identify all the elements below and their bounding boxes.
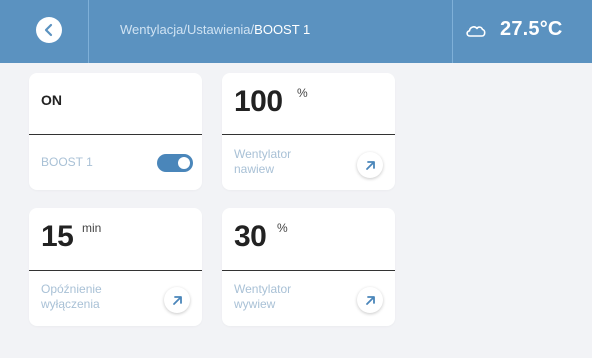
exhaust-fan-value: 30	[234, 220, 267, 253]
card-divider	[29, 270, 202, 271]
card-divider	[29, 134, 202, 135]
header-divider	[452, 0, 453, 63]
exhaust-fan-unit: %	[277, 221, 288, 235]
supply-fan-edit-button[interactable]	[357, 152, 383, 178]
header-divider	[88, 0, 89, 63]
card-divider	[222, 270, 395, 271]
exhaust-fan-label-line1: Wentylator	[234, 282, 292, 296]
breadcrumb-path: Wentylacja/Ustawienia/	[120, 22, 255, 37]
arrow-up-right-icon	[366, 296, 375, 305]
supply-fan-value: 100	[234, 85, 283, 118]
supply-fan-unit: %	[297, 86, 308, 100]
exhaust-fan-label: Wentylator wywiew	[234, 282, 291, 312]
supply-fan-label-line1: Wentylator	[234, 147, 292, 161]
exhaust-fan-label-line2: wywiew	[234, 297, 276, 311]
off-delay-card[interactable]: 15 min Opóźnienie wyłączenia	[29, 208, 202, 326]
exhaust-fan-card[interactable]: 30 % Wentylator wywiew	[222, 208, 395, 326]
arrow-up-right-icon	[173, 296, 182, 305]
off-delay-edit-button[interactable]	[164, 287, 190, 313]
boost-status: ON	[41, 92, 62, 108]
off-delay-label-line1: Opóźnienie	[41, 282, 102, 296]
chevron-left-icon	[44, 23, 53, 37]
back-button[interactable]	[36, 17, 62, 43]
boost-label: BOOST 1	[41, 155, 93, 169]
off-delay-value: 15	[41, 220, 74, 253]
off-delay-unit: min	[82, 221, 102, 235]
temperature: 27.5°C	[500, 18, 563, 40]
exhaust-fan-edit-button[interactable]	[357, 287, 383, 313]
supply-fan-label: Wentylator nawiew	[234, 147, 291, 177]
top-bar: Wentylacja/Ustawienia/BOOST 1 27.5°C	[0, 0, 592, 63]
toggle-knob	[178, 157, 190, 169]
supply-fan-card[interactable]: 100 % Wentylator nawiew	[222, 73, 395, 190]
breadcrumb: Wentylacja/Ustawienia/BOOST 1	[120, 22, 310, 37]
cloud-icon	[466, 26, 486, 37]
boost-card: ON BOOST 1	[29, 73, 202, 190]
off-delay-label: Opóźnienie wyłączenia	[41, 282, 102, 312]
supply-fan-label-line2: nawiew	[234, 162, 275, 176]
boost-toggle[interactable]	[157, 154, 193, 172]
arrow-up-right-icon	[366, 161, 375, 170]
breadcrumb-current: BOOST 1	[254, 22, 311, 37]
card-divider	[222, 134, 395, 135]
off-delay-label-line2: wyłączenia	[41, 297, 100, 311]
